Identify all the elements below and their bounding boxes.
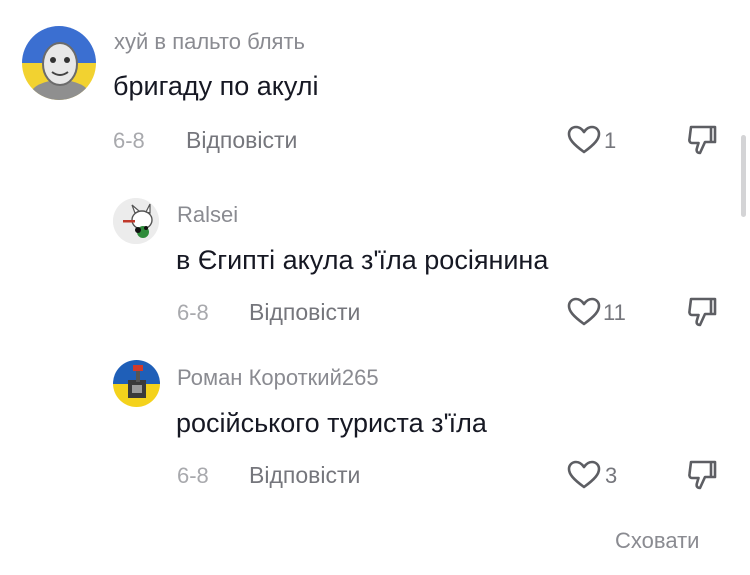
username[interactable]: Роман Короткий265 <box>177 365 379 391</box>
heart-outline-icon[interactable] <box>567 125 601 160</box>
reply-button[interactable]: Відповісти <box>249 299 360 326</box>
like-count: 1 <box>604 128 617 153</box>
heart-outline-icon[interactable] <box>567 297 601 332</box>
reply-button[interactable]: Відповісти <box>249 462 360 489</box>
like-count: 11 <box>603 300 626 325</box>
avatar[interactable] <box>22 26 96 100</box>
hide-replies-button[interactable]: Сховати <box>615 528 699 554</box>
avatar-image <box>113 360 160 407</box>
avatar-image <box>113 198 159 244</box>
thumbs-down-icon[interactable] <box>686 459 718 496</box>
comment-date: 6-8 <box>113 128 145 153</box>
heart-outline-icon[interactable] <box>567 460 601 495</box>
comment-text: бригаду по акулі <box>113 71 319 101</box>
username[interactable]: Ralsei <box>177 202 238 228</box>
comment-date: 6-8 <box>177 463 209 488</box>
avatar[interactable] <box>113 360 160 407</box>
reply-button[interactable]: Відповісти <box>186 127 297 154</box>
like-count: 3 <box>605 463 618 488</box>
comment-date: 6-8 <box>177 300 209 325</box>
avatar-image <box>22 26 96 100</box>
thumbs-down-icon[interactable] <box>686 296 718 333</box>
comment-text: російського туриста з'їла <box>176 408 487 438</box>
username[interactable]: хуй в пальто блять <box>114 29 305 55</box>
thumbs-down-icon[interactable] <box>686 124 718 161</box>
comment-text: в Єгипті акула з'їла росіянина <box>176 245 549 275</box>
avatar[interactable] <box>113 198 159 244</box>
scrollbar[interactable] <box>741 135 746 217</box>
